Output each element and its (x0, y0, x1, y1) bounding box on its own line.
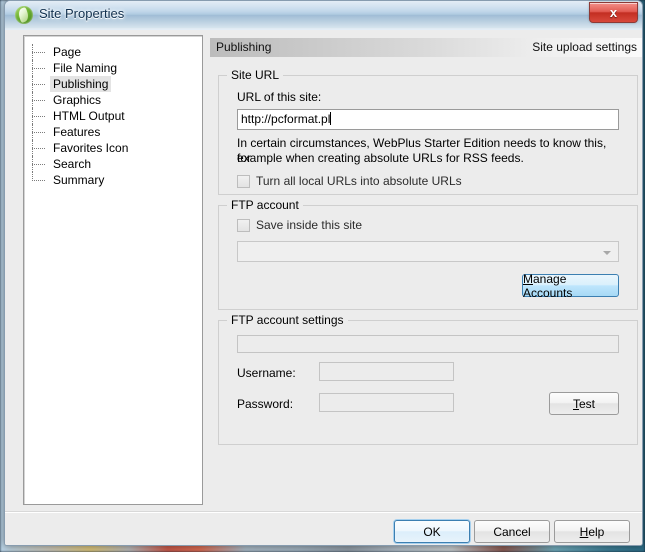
ftp-account-group-title: FTP account (227, 198, 303, 212)
tree-connector-icon (32, 180, 45, 182)
tree-connector-icon (32, 84, 45, 86)
section-header-title: Publishing (216, 40, 272, 54)
cancel-button-label: Cancel (493, 524, 531, 539)
cancel-button[interactable]: Cancel (474, 520, 550, 543)
absolute-urls-checkbox-row[interactable]: Turn all local URLs into absolute URLs (237, 174, 462, 188)
sidebar-item-search[interactable]: Search (24, 156, 202, 172)
text-caret (330, 112, 332, 125)
absolute-urls-checkbox-label: Turn all local URLs into absolute URLs (256, 174, 462, 188)
footer-divider (5, 511, 642, 513)
ftp-settings-group-title: FTP account settings (227, 313, 348, 327)
tree-connector-icon (32, 52, 45, 54)
test-button-rest: est (578, 396, 595, 411)
tree-connector-icon (32, 116, 45, 118)
tree-connector-icon (32, 148, 45, 150)
tree-connector-icon (32, 68, 45, 70)
site-url-input-value: http://pcformat.pl (241, 112, 331, 126)
sidebar-item-page[interactable]: Page (24, 44, 202, 60)
close-icon: x (609, 5, 618, 20)
sidebar-item-summary[interactable]: Summary (24, 172, 202, 188)
settings-pane: Publishing Site upload settings Site URL… (210, 35, 642, 505)
username-label: Username: (237, 366, 296, 380)
section-header-subtitle: Site upload settings (532, 40, 637, 54)
tree-connector-icon (32, 100, 45, 102)
sidebar-item-label: Search (53, 157, 92, 171)
tree-connector-icon (32, 164, 45, 166)
sidebar-item-features[interactable]: Features (24, 124, 202, 140)
help-button-label: Help (580, 525, 605, 539)
ftp-account-group: FTP account Save inside this site Manage… (218, 198, 638, 310)
sidebar-item-favorites-icon[interactable]: Favorites Icon (24, 140, 202, 156)
test-button-label: Test (573, 397, 595, 411)
site-url-help-line-2: example when creating absolute URLs for … (237, 151, 524, 165)
help-button[interactable]: Help (554, 520, 630, 543)
mnemonic-letter: M (523, 271, 533, 286)
help-button-rest: elp (588, 524, 605, 539)
title-bar: Site Properties x (5, 1, 642, 30)
ftp-settings-group: FTP account settings Username: Password:… (218, 313, 638, 445)
site-url-input[interactable]: http://pcformat.pl (237, 109, 619, 130)
sidebar-item-publishing[interactable]: Publishing (24, 76, 202, 92)
manage-accounts-button[interactable]: Manage Accounts (522, 272, 619, 300)
save-inside-site-checkbox-row[interactable]: Save inside this site (237, 218, 362, 232)
ftp-server-input[interactable] (237, 335, 619, 353)
dialog-client-area: Page File Naming Publishing Graphics HTM… (5, 30, 642, 545)
site-url-group: Site URL URL of this site: http://pcform… (218, 68, 638, 195)
password-input[interactable] (319, 393, 454, 412)
sidebar-item-graphics[interactable]: Graphics (24, 92, 202, 108)
sidebar-item-label: Page (53, 45, 82, 59)
tree-connector-icon (32, 132, 45, 134)
url-field-label: URL of this site: (237, 90, 322, 104)
sidebar-item-label: File Naming (53, 61, 118, 75)
sidebar-item-label: Favorites Icon (53, 141, 129, 155)
sidebar-item-label: Graphics (53, 93, 102, 107)
section-header: Publishing Site upload settings (210, 38, 642, 57)
sidebar-item-file-naming[interactable]: File Naming (24, 60, 202, 76)
close-button[interactable]: x (589, 2, 638, 23)
sidebar-item-label: Publishing (50, 76, 112, 92)
username-input[interactable] (319, 362, 454, 381)
password-label: Password: (237, 397, 294, 411)
sidebar-item-label: Summary (53, 173, 105, 187)
sidebar-item-label: HTML Output (53, 109, 125, 123)
test-connection-button[interactable]: Test (549, 392, 619, 415)
site-url-group-title: Site URL (227, 68, 284, 82)
absolute-urls-checkbox[interactable] (237, 174, 250, 188)
ftp-account-select[interactable] (237, 241, 619, 262)
sidebar-item-html-output[interactable]: HTML Output (24, 108, 202, 124)
ok-button[interactable]: OK (394, 520, 470, 543)
settings-tree-panel[interactable]: Page File Naming Publishing Graphics HTM… (23, 35, 203, 505)
save-inside-site-checkbox[interactable] (237, 218, 250, 232)
chevron-down-icon (603, 251, 611, 255)
ok-button-label: OK (423, 524, 441, 539)
window-title: Site Properties (39, 6, 125, 21)
site-properties-dialog: Site Properties x Page File Naming Publi… (4, 0, 643, 546)
webplus-logo-icon (15, 6, 33, 24)
manage-accounts-button-label: Manage Accounts (523, 272, 618, 300)
save-inside-site-checkbox-label: Save inside this site (256, 218, 363, 232)
sidebar-item-label: Features (53, 125, 101, 139)
